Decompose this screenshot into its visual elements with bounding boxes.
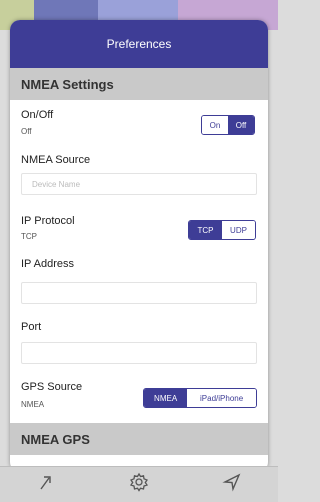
ip-address-input[interactable]: [21, 282, 257, 304]
nmea-source-label: NMEA Source: [21, 154, 91, 166]
nmea-segment[interactable]: NMEA: [144, 389, 188, 407]
section-header-nmea-settings: NMEA Settings: [10, 68, 268, 100]
nmea-source-input[interactable]: Device Name: [21, 173, 257, 195]
share-arrow-icon[interactable]: [36, 472, 56, 497]
on-off-label: On/Off: [21, 109, 54, 121]
preferences-header: Preferences: [10, 20, 268, 68]
udp-segment[interactable]: UDP: [222, 221, 255, 239]
on-segment[interactable]: On: [202, 116, 228, 134]
section-title: NMEA Settings: [21, 76, 114, 92]
on-off-value: Off: [21, 127, 32, 136]
gps-source-segmented-control[interactable]: NMEA iPad/iPhone: [143, 388, 257, 408]
bottom-toolbar: [0, 466, 278, 502]
nmea-source-row: NMEA Source Device Name: [10, 146, 268, 202]
ip-protocol-label: IP Protocol: [21, 215, 75, 227]
page-title: Preferences: [106, 37, 172, 51]
port-input[interactable]: [21, 342, 257, 364]
ip-address-label: IP Address: [21, 258, 74, 270]
ipad-iphone-segment[interactable]: iPad/iPhone: [187, 389, 256, 407]
off-segment[interactable]: Off: [228, 116, 254, 134]
tcp-segment[interactable]: TCP: [189, 221, 222, 239]
gps-source-value: NMEA: [21, 400, 45, 409]
ip-protocol-segmented-control[interactable]: TCP UDP: [188, 220, 256, 240]
ip-protocol-value: TCP: [21, 232, 37, 241]
preferences-popover: Preferences NMEA Settings On/Off Off On …: [10, 20, 268, 472]
settings-gear-icon[interactable]: [129, 472, 149, 497]
section-header-nmea-gps: NMEA GPS: [10, 423, 268, 455]
navigation-arrow-icon[interactable]: [222, 472, 242, 497]
gps-source-label: GPS Source: [21, 381, 83, 393]
ip-protocol-row: IP Protocol TCP TCP UDP: [10, 210, 268, 250]
on-off-row: On/Off Off On Off: [10, 100, 268, 146]
section-title: NMEA GPS: [21, 431, 90, 447]
nmea-source-placeholder: Device Name: [32, 179, 81, 189]
gps-source-row: GPS Source NMEA NMEA iPad/iPhone: [10, 376, 268, 420]
port-row: Port: [10, 314, 268, 372]
on-off-segmented-control[interactable]: On Off: [201, 115, 255, 135]
port-label: Port: [21, 321, 42, 333]
ip-address-row: IP Address: [10, 252, 268, 310]
